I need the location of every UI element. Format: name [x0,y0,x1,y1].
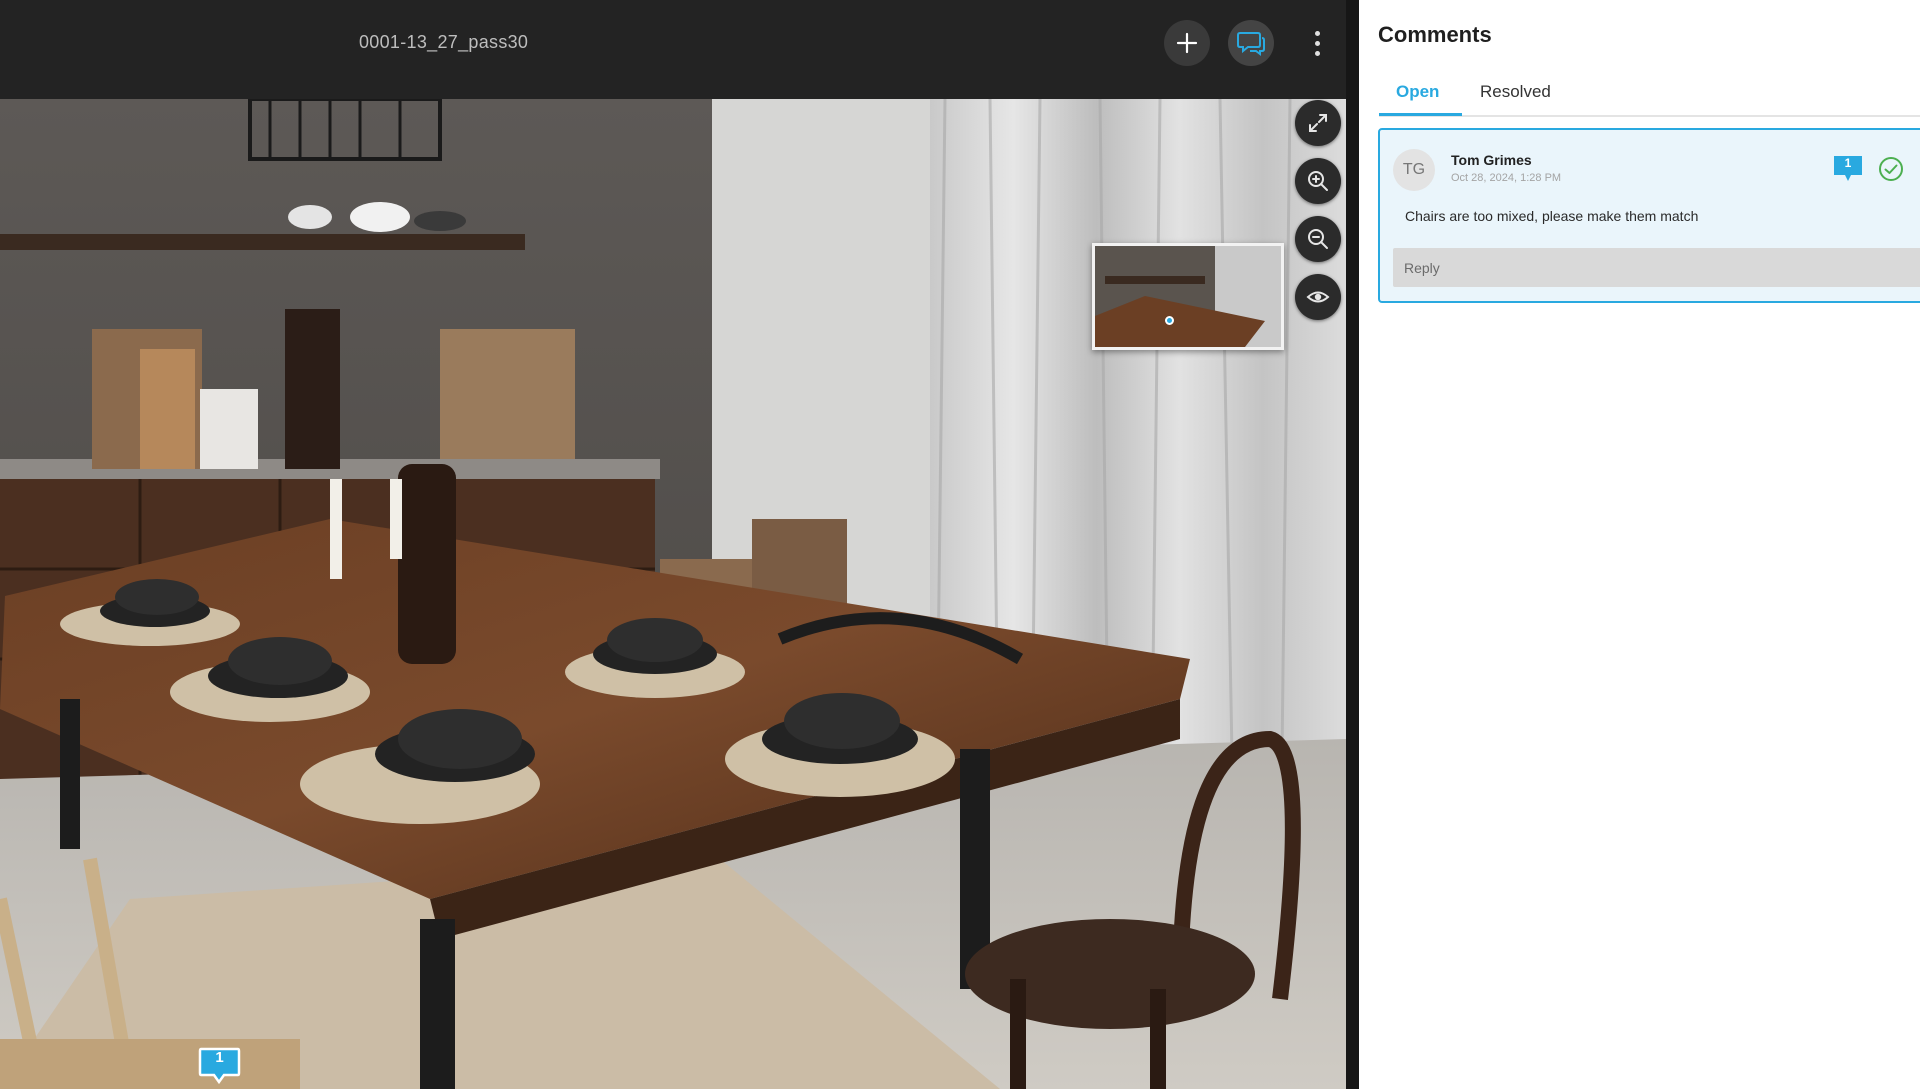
comment-number: 1 [1844,156,1852,170]
fullscreen-icon [1309,114,1327,132]
zoom-in-button[interactable] [1295,158,1341,204]
minimap-pin-marker [1165,316,1174,325]
comment-tabs: Open Resolved [1379,78,1920,117]
add-comment-button[interactable] [1164,20,1210,66]
minimap-thumbnail [1095,246,1281,347]
app-root: 0001-13_27_pass30 1 Comments Open Resolv… [0,0,1920,1089]
comment-text: Chairs are too mixed, please make them m… [1405,208,1699,224]
comment-timestamp: Oct 28, 2024, 1:28 PM [1451,172,1562,184]
tab-resolved[interactable]: Resolved [1480,82,1551,102]
eye-icon [1306,291,1330,303]
comment-number-badge[interactable]: 1 [1833,155,1863,181]
toggle-pins-visibility-button[interactable] [1295,274,1341,320]
chat-bubbles-icon [1237,32,1265,56]
toggle-comments-button[interactable] [1228,20,1274,66]
more-options-button[interactable] [1302,24,1332,62]
comment-pin-number: 1 [215,1049,224,1066]
panel-divider [1346,0,1359,1089]
comment-author: Tom Grimes [1451,152,1532,168]
reply-input[interactable] [1393,248,1920,287]
zoom-in-icon [1308,171,1328,191]
fullscreen-button[interactable] [1295,100,1341,146]
comment-card[interactable]: TG Tom Grimes Oct 28, 2024, 1:28 PM 1 Ch… [1378,128,1920,303]
active-tab-indicator [1379,113,1462,116]
vertical-ellipsis-icon [1314,30,1320,36]
avatar: TG [1393,149,1435,191]
minimap[interactable] [1092,243,1284,350]
plus-icon [1176,32,1198,54]
image-viewer: 0001-13_27_pass30 1 [0,0,1359,1089]
file-name: 0001-13_27_pass30 [359,32,529,52]
image-canvas[interactable]: 1 [0,99,1346,1089]
zoom-out-button[interactable] [1295,216,1341,262]
panel-title: Comments [1378,22,1492,47]
tab-open[interactable]: Open [1396,82,1439,102]
zoom-out-icon [1308,229,1328,249]
viewer-toolbar: 0001-13_27_pass30 [0,0,1359,99]
comments-panel: Comments Open Resolved TG Tom Grimes Oct… [1359,0,1920,1089]
check-circle-icon [1879,157,1903,181]
comment-pin[interactable]: 1 [198,1047,241,1085]
resolve-comment-button[interactable] [1878,156,1904,182]
